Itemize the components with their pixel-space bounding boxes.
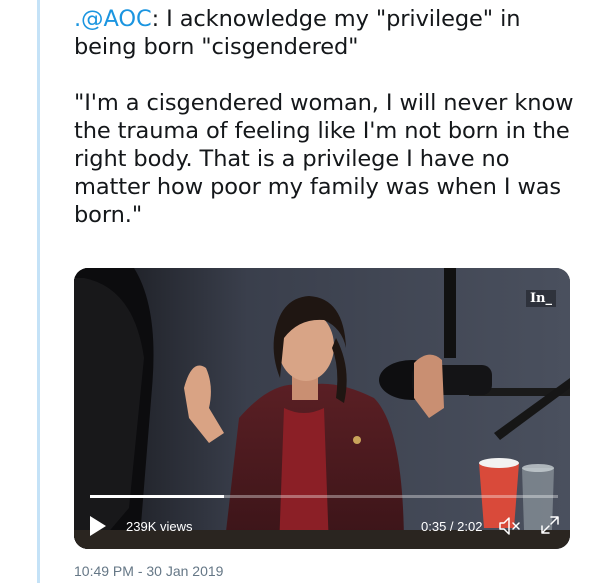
fullscreen-button[interactable] xyxy=(540,515,560,535)
fullscreen-icon xyxy=(541,516,559,534)
play-button[interactable] xyxy=(90,516,106,536)
tweet-quote: "I'm a cisgendered woman, I will never k… xyxy=(74,90,574,228)
mute-button[interactable] xyxy=(499,516,523,536)
brand-badge: In_ xyxy=(525,290,556,307)
video-player[interactable]: In_ 239K views 0:35 / 2:02 xyxy=(74,268,570,549)
tweet-timestamp[interactable]: 10:49 PM - 30 Jan 2019 xyxy=(74,563,223,579)
thread-connector-line xyxy=(37,0,40,583)
video-time: 0:35 / 2:02 xyxy=(421,519,483,534)
progress-fill xyxy=(90,495,225,498)
video-frame xyxy=(74,268,570,549)
tweet-headline: .@AOC: I acknowledge my "privilege" in b… xyxy=(74,5,584,61)
volume-muted-icon xyxy=(499,517,520,535)
play-icon xyxy=(90,516,106,536)
view-count: 239K views xyxy=(126,519,193,534)
progress-bar[interactable] xyxy=(90,495,558,498)
mention-link[interactable]: .@AOC xyxy=(74,6,152,32)
tweet-text: .@AOC: I acknowledge my "privilege" in b… xyxy=(74,5,584,229)
